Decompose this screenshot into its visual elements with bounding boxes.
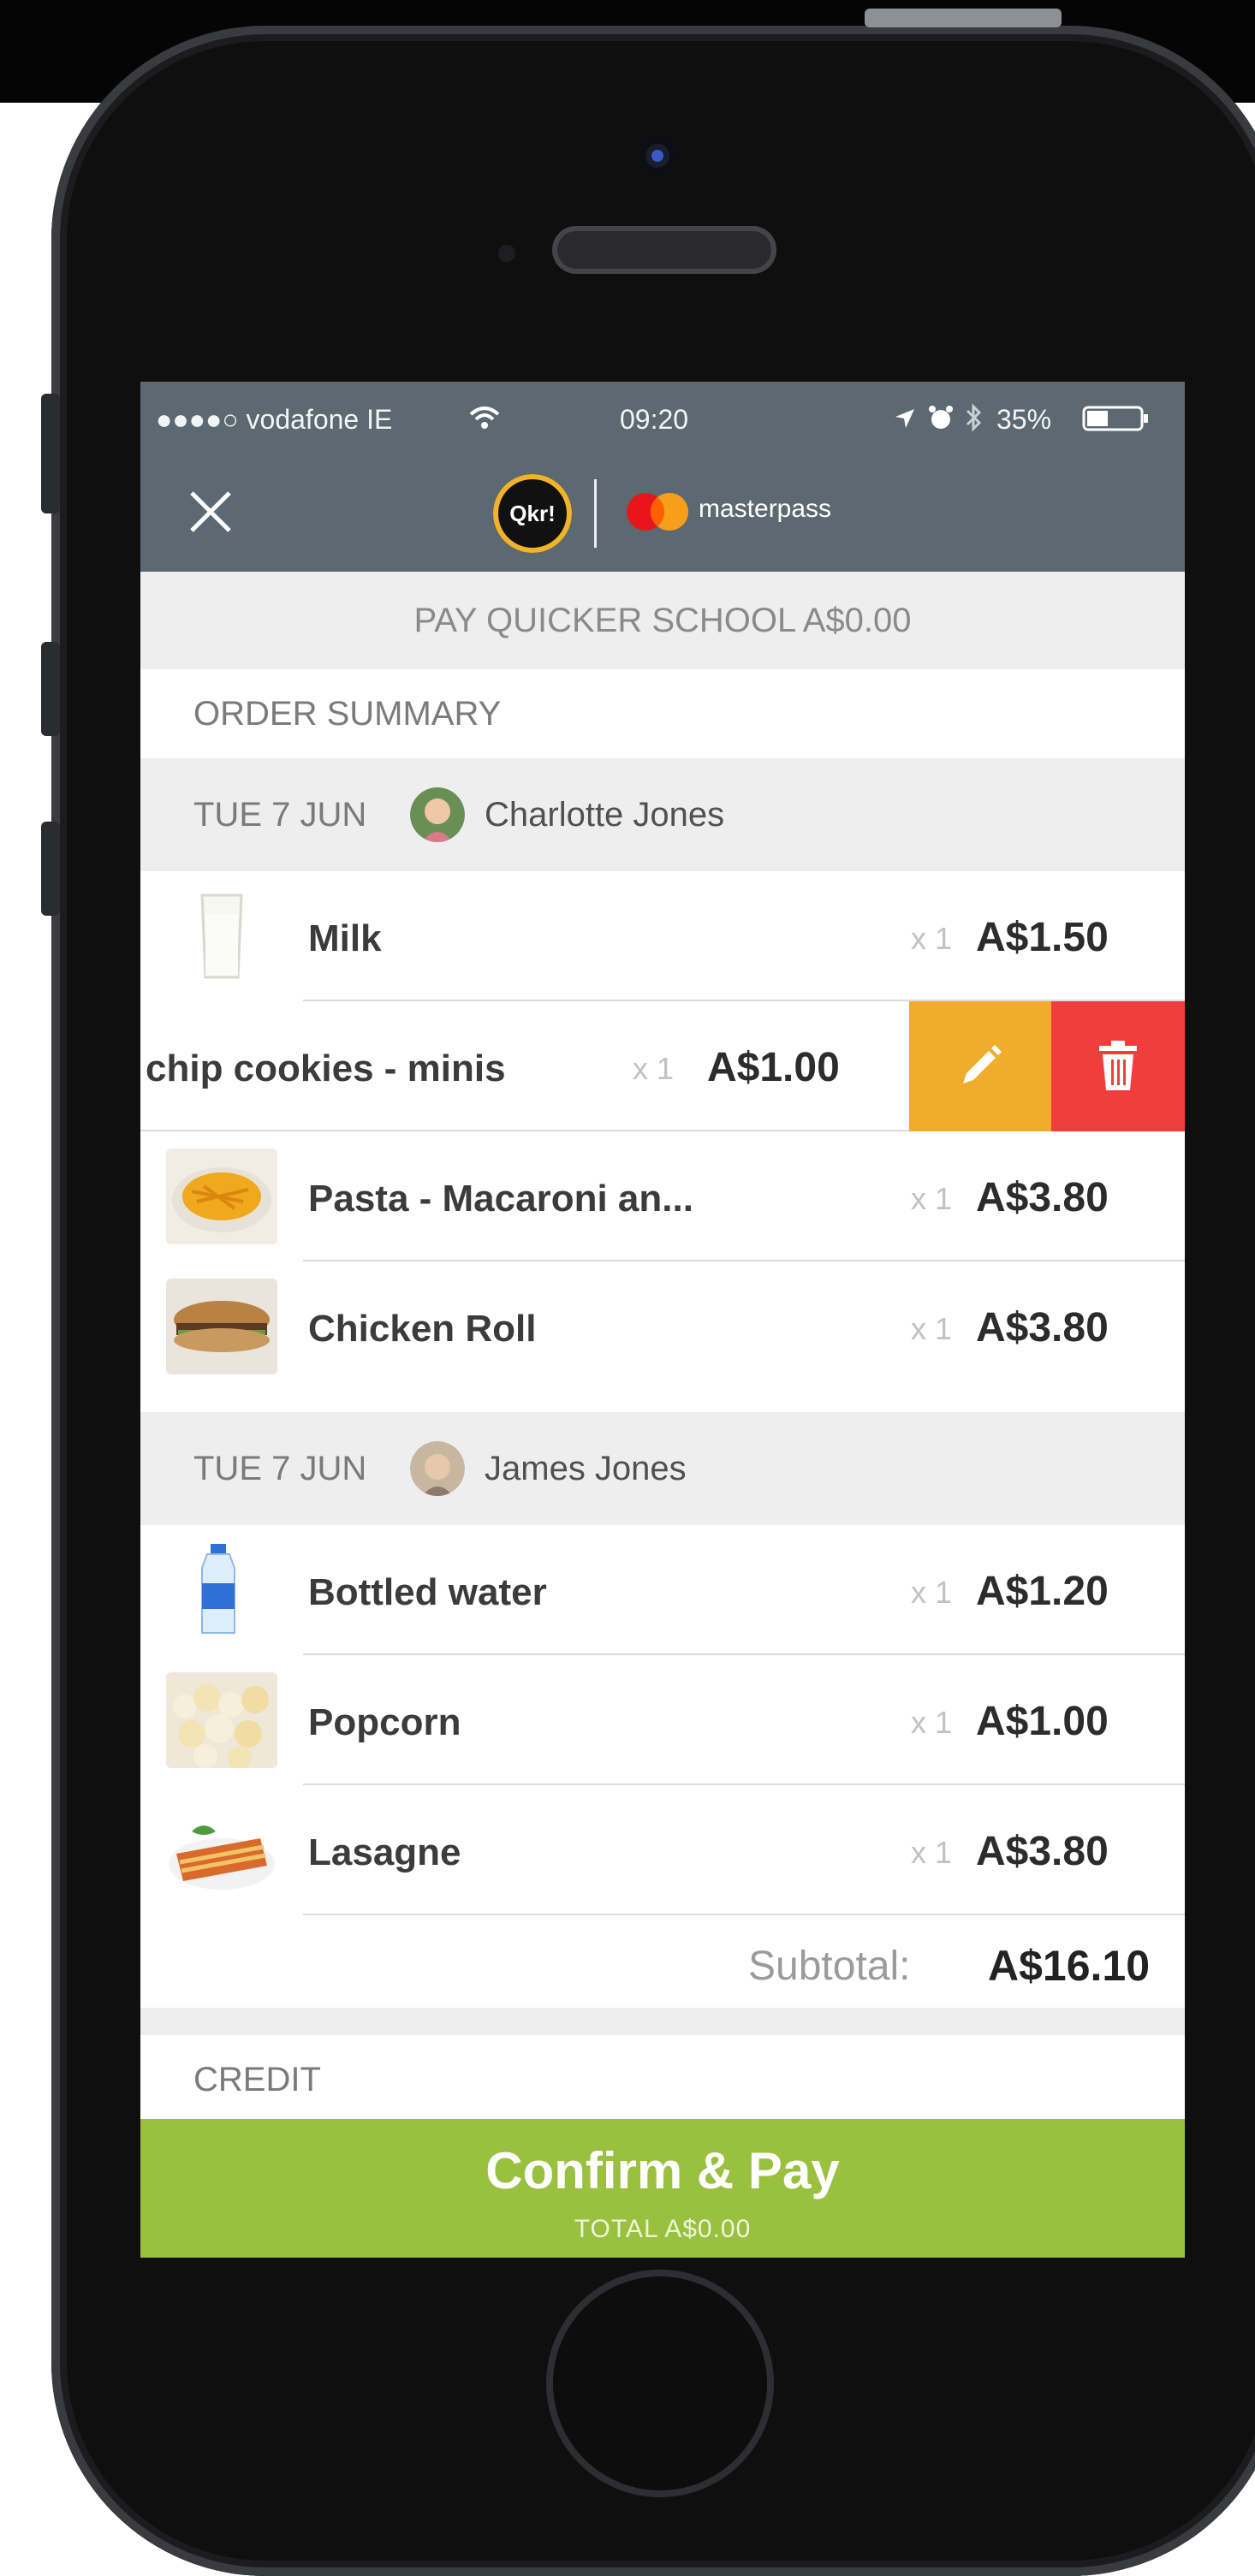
mute-switch xyxy=(41,394,60,513)
section-gap xyxy=(140,2008,1185,2035)
group-header-james: TUE 7 JUN James Jones xyxy=(140,1412,1185,1525)
earpiece-speaker xyxy=(552,226,776,274)
credit-section: CREDIT xyxy=(140,2035,1185,2121)
item-name: Bottled water xyxy=(308,1571,547,1613)
proximity-sensor xyxy=(498,245,515,262)
status-bar: ●●●●○ vodafone IE 09:20 35% xyxy=(140,382,1185,459)
carrier-text: ●●●●○ vodafone IE xyxy=(156,404,393,435)
item-price: A$1.00 xyxy=(976,1699,1109,1744)
milk-thumbnail xyxy=(166,888,277,984)
bluetooth-icon xyxy=(966,403,982,432)
item-name: Chicken Roll xyxy=(308,1308,537,1350)
list-item[interactable]: Bottled water x 1 A$1.20 xyxy=(140,1525,1185,1655)
item-price: A$1.00 xyxy=(707,1045,840,1090)
item-qty: x 1 xyxy=(911,1311,953,1346)
item-price: A$1.20 xyxy=(976,1569,1109,1614)
confirm-pay-button[interactable]: Confirm & Pay TOTAL A$0.00 xyxy=(140,2119,1185,2258)
list-item[interactable]: Pasta - Macaroni an... x 1 A$3.80 xyxy=(140,1131,1185,1261)
confirm-pay-label: Confirm & Pay xyxy=(485,2142,840,2199)
volume-up-button xyxy=(41,642,60,736)
close-icon[interactable] xyxy=(183,484,238,539)
subtotal-value: A$16.10 xyxy=(988,1942,1151,1990)
delete-button[interactable] xyxy=(1051,1001,1185,1131)
edit-button[interactable] xyxy=(909,1001,1051,1131)
group-date: TUE 7 JUN xyxy=(193,796,367,834)
item-price: A$3.80 xyxy=(976,1305,1109,1350)
battery-text: 35% xyxy=(996,404,1052,435)
location-icon xyxy=(895,409,914,428)
popcorn-thumbnail xyxy=(166,1672,277,1768)
item-price: A$3.80 xyxy=(976,1175,1109,1220)
item-qty: x 1 xyxy=(633,1051,675,1086)
list-item[interactable]: Chicken Roll x 1 A$3.80 xyxy=(140,1261,1185,1392)
alarm-icon xyxy=(929,406,953,429)
item-name: Lasagne xyxy=(308,1831,461,1873)
group-student-name: James Jones xyxy=(485,1450,687,1487)
item-qty: x 1 xyxy=(911,1835,953,1870)
pasta-thumbnail xyxy=(166,1149,277,1244)
qkr-logo: Qkr! xyxy=(493,474,572,553)
group-student-name: Charlotte Jones xyxy=(485,796,725,834)
clock: 09:20 xyxy=(620,404,689,435)
avatar xyxy=(410,787,465,842)
item-name: chip cookies - minis xyxy=(146,1048,506,1089)
chicken-roll-thumbnail xyxy=(166,1279,277,1374)
item-qty: x 1 xyxy=(911,1575,953,1610)
item-qty: x 1 xyxy=(911,921,953,956)
group-date: TUE 7 JUN xyxy=(193,1450,367,1487)
wifi-icon xyxy=(469,407,500,429)
app-header: ●●●●○ vodafone IE 09:20 35% Qkr! masterp… xyxy=(140,382,1185,572)
front-camera xyxy=(639,137,676,175)
app-screen: ●●●●○ vodafone IE 09:20 35% Qkr! masterp… xyxy=(140,382,1185,2258)
logo-divider xyxy=(594,479,597,548)
order-summary-header: ORDER SUMMARY xyxy=(140,669,1185,758)
total-label: TOTAL A$0.00 xyxy=(574,2215,752,2243)
list-item[interactable]: Milk x 1 A$1.50 xyxy=(140,871,1185,1001)
power-button xyxy=(865,9,1062,27)
order-summary-label: ORDER SUMMARY xyxy=(193,695,502,733)
masterpass-logo-icon xyxy=(627,493,688,531)
subtotal-label: Subtotal: xyxy=(748,1944,911,1989)
credit-label: CREDIT xyxy=(193,2061,321,2098)
volume-down-button xyxy=(41,822,60,916)
item-name: Milk xyxy=(308,917,382,959)
trash-icon xyxy=(1099,1041,1137,1090)
group-header-charlotte: TUE 7 JUN Charlotte Jones xyxy=(140,758,1185,871)
subtotal-row: Subtotal: A$16.10 xyxy=(140,1915,1185,2008)
lasagne-thumbnail xyxy=(166,1802,277,1898)
item-name: Popcorn xyxy=(308,1701,461,1743)
pay-banner: PAY QUICKER SCHOOL A$0.00 xyxy=(140,572,1185,669)
item-qty: x 1 xyxy=(911,1181,953,1216)
list-item[interactable]: Popcorn x 1 A$1.00 xyxy=(140,1655,1185,1785)
pencil-icon xyxy=(963,1045,1002,1083)
masterpass-label: masterpass xyxy=(699,495,832,523)
item-qty: x 1 xyxy=(911,1705,953,1740)
home-button[interactable] xyxy=(553,2276,767,2490)
avatar xyxy=(410,1441,465,1496)
list-item-swiped[interactable]: chip cookies - minis x 1 A$1.00 xyxy=(140,1001,1185,1131)
item-name: Pasta - Macaroni an... xyxy=(308,1178,693,1220)
item-price: A$3.80 xyxy=(976,1829,1109,1874)
item-price: A$1.50 xyxy=(976,915,1109,960)
bottled-water-thumbnail xyxy=(166,1542,277,1638)
battery-icon xyxy=(1082,406,1148,431)
list-item[interactable]: Lasagne x 1 A$3.80 xyxy=(140,1785,1185,1915)
